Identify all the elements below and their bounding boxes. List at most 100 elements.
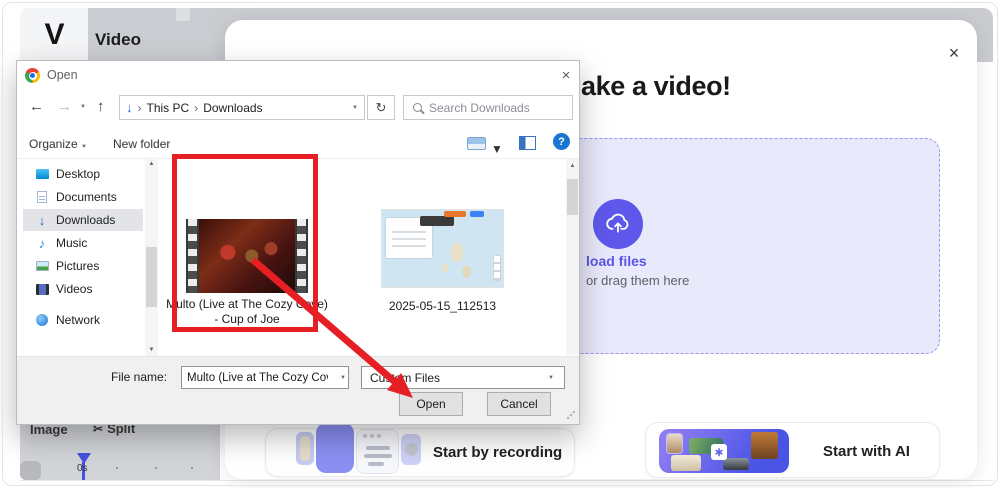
frame-bottom-line (20, 480, 993, 481)
file-name-combo[interactable]: ▼ (181, 366, 349, 389)
search-input[interactable] (429, 101, 549, 115)
search-field[interactable] (403, 95, 573, 120)
breadcrumb-downloads[interactable]: Downloads (203, 101, 262, 115)
preview-pane-icon[interactable] (519, 136, 536, 150)
close-icon[interactable]: × (943, 42, 965, 64)
map-button-orange (444, 211, 466, 217)
file-name-dropdown-icon[interactable]: ▼ (340, 375, 348, 381)
help-icon[interactable]: ? (553, 133, 570, 150)
sidebar-item-documents[interactable]: Documents (23, 186, 143, 208)
ruler-tick (116, 467, 118, 469)
search-icon (413, 103, 422, 112)
file-name-input[interactable] (182, 372, 328, 384)
filelist-scrollbar[interactable]: ▲ (566, 159, 579, 355)
address-dropdown-icon[interactable]: ▼ (352, 105, 358, 111)
open-button[interactable]: Open (399, 392, 463, 416)
history-dropdown-icon[interactable]: ▼ (80, 104, 86, 110)
resize-grip[interactable] (567, 411, 575, 419)
modal-heading: ake a video! (581, 71, 731, 102)
timeline-zero-label: 0s (77, 463, 88, 474)
scroll-up-icon[interactable]: ▲ (566, 159, 579, 172)
file-image-thumbnail[interactable] (381, 209, 504, 288)
upload-hint: or drag them here (586, 273, 689, 288)
app-logo[interactable]: V (20, 8, 88, 62)
ruler-tick (191, 467, 193, 469)
ai-tile-keyboard (723, 458, 749, 470)
document-icon (35, 191, 49, 203)
forward-button[interactable]: → (57, 98, 72, 115)
dialog-title: Open (47, 68, 78, 82)
cancel-button[interactable]: Cancel (487, 392, 551, 416)
view-thumbnails-icon[interactable] (467, 137, 486, 150)
file-name-image[interactable]: 2025-05-15_112513 (381, 299, 504, 314)
upload-files-link[interactable]: load files (586, 253, 647, 269)
app-logo-letter: V (44, 18, 63, 52)
open-file-dialog: Open × ← → ▼ ↑ ↓ › This PC › Downloads ▼… (16, 60, 580, 425)
map-tooltip (420, 216, 454, 226)
start-with-ai-card[interactable]: ∗ Start with AI (645, 422, 940, 478)
ai-collage: ∗ (659, 429, 789, 473)
ai-tile-hat (671, 455, 701, 471)
sidebar-item-videos[interactable]: Videos (23, 278, 143, 300)
start-by-recording-label: Start by recording (433, 444, 562, 461)
file-type-dropdown-icon: ▼ (548, 375, 556, 381)
ai-tile-portrait (667, 434, 682, 453)
video-preview-image (199, 219, 295, 293)
file-name-label: File name: (111, 370, 167, 384)
file-video-thumbnail[interactable] (186, 219, 308, 293)
breadcrumb-separator: › (138, 101, 142, 115)
dialog-footer: File name: ▼ Custom Files ▼ Open Cancel (17, 356, 579, 424)
desktop-icon (35, 168, 49, 180)
dialog-close-icon[interactable]: × (557, 66, 575, 84)
upload-button[interactable] (593, 199, 643, 249)
start-with-ai-label: Start with AI (823, 443, 910, 460)
music-icon: ♪ (35, 237, 49, 249)
file-type-select[interactable]: Custom Files ▼ (361, 366, 565, 389)
sparkle-icon: ∗ (711, 444, 727, 460)
tab-video[interactable]: Video (95, 30, 141, 50)
sidebar-item-downloads[interactable]: ↓Downloads (23, 209, 143, 231)
map-button-blue (470, 211, 484, 217)
recording-script-tile (356, 429, 399, 474)
scroll-down-icon[interactable]: ▼ (145, 343, 158, 356)
address-bar[interactable]: ↓ › This PC › Downloads ▼ (119, 95, 365, 120)
recording-webcam-tile (316, 423, 354, 473)
scroll-up-icon[interactable]: ▲ (145, 157, 158, 170)
refresh-icon: ↻ (376, 100, 387, 116)
breadcrumb-separator: › (194, 101, 198, 115)
pictures-icon (35, 260, 49, 272)
up-button[interactable]: ↑ (97, 98, 105, 115)
file-type-value: Custom Files (370, 371, 440, 385)
start-by-recording-card[interactable]: Start by recording (265, 428, 575, 477)
downloads-folder-icon: ↓ (126, 100, 133, 115)
scrollbar-thumb[interactable] (567, 179, 578, 215)
sidebar-item-desktop[interactable]: Desktop (23, 163, 143, 185)
film-strip-right (295, 219, 308, 293)
organize-menu[interactable]: Organize ▼ (29, 137, 87, 151)
sidebar-item-pictures[interactable]: Pictures (23, 255, 143, 277)
timeline-clip[interactable] (20, 461, 41, 480)
film-strip-left (186, 219, 199, 293)
view-dropdown-icon[interactable]: ▼ (491, 142, 503, 156)
sidebar-item-network[interactable]: Network (23, 309, 143, 331)
new-folder-button[interactable]: New folder (113, 137, 170, 151)
ai-tile-man (751, 432, 778, 459)
screenshot-root: V Video Image ✂Split 0s × ake a video! l… (0, 0, 1000, 488)
network-icon (35, 314, 49, 326)
breadcrumb-this-pc[interactable]: This PC (147, 101, 190, 115)
sidebar-scrollbar[interactable]: ▲ ▼ (145, 157, 158, 356)
scrollbar-thumb[interactable] (146, 247, 157, 307)
map-zoom-controls (494, 256, 500, 280)
chrome-icon (25, 68, 40, 83)
organize-caret-icon: ▼ (81, 144, 87, 150)
back-button[interactable]: ← (29, 98, 44, 115)
cloud-upload-icon (605, 211, 631, 237)
ruler-tick (155, 467, 157, 469)
toolbar-separator (17, 158, 579, 159)
tab-notch (176, 8, 190, 21)
downloads-icon: ↓ (35, 214, 49, 226)
sidebar-item-music[interactable]: ♪Music (23, 232, 143, 254)
editor-timeline: Image ✂Split 0s (20, 425, 220, 480)
file-name-video[interactable]: Multo (Live at The Cozy Cove) - Cup of J… (163, 297, 331, 327)
refresh-button[interactable]: ↻ (367, 95, 395, 120)
